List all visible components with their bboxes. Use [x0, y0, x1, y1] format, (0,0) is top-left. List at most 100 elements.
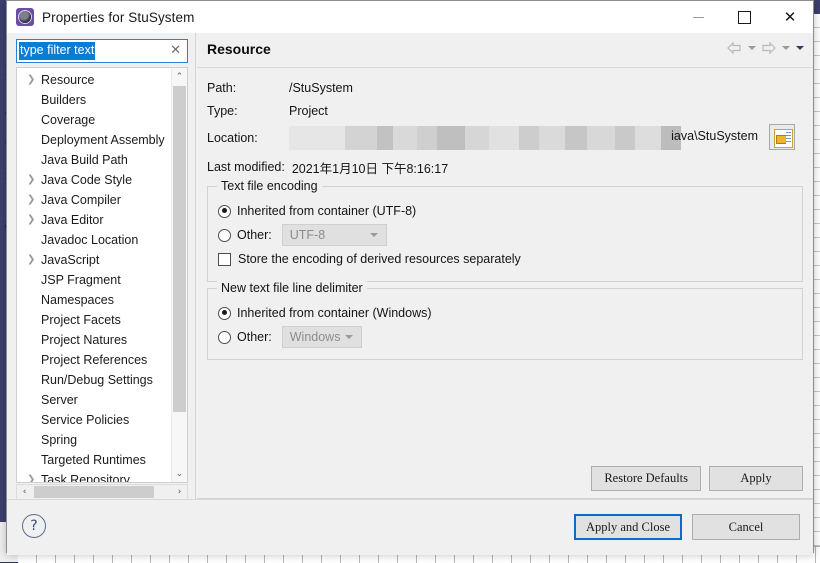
delimiter-inherited-option[interactable]: Inherited from container (Windows) — [218, 301, 792, 325]
tree-item-java-build-path[interactable]: Java Build Path — [17, 150, 173, 170]
apply-and-close-button[interactable]: Apply and Close — [573, 514, 682, 540]
chevron-right-icon[interactable]: ❯ — [27, 250, 37, 270]
chevron-down-icon — [344, 335, 353, 339]
tree-item-label: Targeted Runtimes — [41, 453, 146, 467]
forward-arrow-icon[interactable] — [760, 40, 777, 56]
chevron-right-icon[interactable]: ❯ — [27, 170, 37, 190]
back-arrow-icon[interactable] — [726, 40, 743, 56]
tree-item-resource[interactable]: ❯ Resource — [17, 70, 173, 90]
tree-scroll-left-icon[interactable]: ‹ — [17, 485, 32, 499]
store-derived-option[interactable]: Store the encoding of derived resources … — [218, 247, 792, 271]
encoding-inherited-option[interactable]: Inherited from container (UTF-8) — [218, 199, 792, 223]
delimiter-other-label: Other: — [237, 330, 272, 344]
tree-item-coverage[interactable]: Coverage — [17, 110, 173, 130]
delimiter-other-combo[interactable]: Windows — [281, 326, 362, 348]
chevron-right-icon[interactable]: ❯ — [27, 210, 37, 230]
back-history-dropdown[interactable] — [746, 40, 757, 56]
tree-item-service-policies[interactable]: Service Policies — [17, 410, 173, 430]
apply-button[interactable]: Apply — [709, 466, 803, 491]
dialog-titlebar[interactable]: Properties for StuSystem ✕ — [7, 1, 813, 33]
chevron-right-icon[interactable]: ❯ — [27, 190, 37, 210]
tree-item-label: JavaScript — [41, 253, 100, 267]
minimize-button[interactable] — [675, 1, 721, 33]
tree-item-label: Task Repository — [41, 473, 130, 483]
tree-item-label: Server — [41, 393, 78, 407]
open-location-icon — [774, 129, 793, 148]
tree-item-project-natures[interactable]: Project Natures — [17, 330, 173, 350]
line-delimiter-group: New text file line delimiter Inherited f… — [207, 281, 803, 360]
path-label: Path: — [207, 80, 237, 95]
tree-item-project-references[interactable]: Project References — [17, 350, 173, 370]
tree-item-label: Project Facets — [41, 313, 121, 327]
tree-item-project-facets[interactable]: Project Facets — [17, 310, 173, 330]
filter-input[interactable]: type filter text ✕ — [16, 39, 188, 63]
tree-item-run-debug-settings[interactable]: Run/Debug Settings — [17, 370, 173, 390]
tree-vertical-scrollbar[interactable]: ⌃ ⌄ — [171, 68, 187, 482]
tree-scroll-up-icon[interactable]: ⌃ — [172, 68, 187, 85]
settings-tree[interactable]: ❯ Resource Builders Coverage Deployment Asse… — [16, 67, 188, 483]
location-value-tail: iava\StuSystem — [671, 129, 758, 143]
cancel-button[interactable]: Cancel — [692, 514, 800, 540]
delimiter-other-radio[interactable] — [218, 330, 231, 344]
chevron-down-icon — [781, 46, 790, 50]
tree-item-server[interactable]: Server — [17, 390, 173, 410]
tree-scroll-right-icon[interactable]: › — [172, 485, 187, 499]
tree-item-deployment-assembly[interactable]: Deployment Assembly — [17, 130, 173, 150]
tree-vertical-scroll-thumb[interactable] — [173, 86, 186, 412]
last-modified-value: 2021年1月10日 下午8:16:17 — [291, 161, 449, 176]
chevron-right-icon[interactable]: ❯ — [27, 70, 37, 90]
field-location: Location: iava\StuSystem — [207, 122, 813, 154]
chevron-down-icon — [369, 233, 378, 237]
clear-filter-icon[interactable]: ✕ — [170, 44, 181, 58]
encoding-inherited-radio[interactable] — [218, 204, 231, 218]
encoding-other-combo-value: UTF-8 — [289, 228, 326, 242]
text-file-encoding-title: Text file encoding — [217, 179, 322, 193]
tree-item-spring[interactable]: Spring — [17, 430, 173, 450]
tree-item-label: Deployment Assembly — [41, 133, 165, 147]
tree-item-builders[interactable]: Builders — [17, 90, 173, 110]
tree-horizontal-scroll-thumb[interactable] — [34, 486, 154, 498]
page-nav-controls — [726, 40, 805, 56]
restore-defaults-button[interactable]: Restore Defaults — [591, 466, 701, 491]
tree-item-targeted-runtimes[interactable]: Targeted Runtimes — [17, 450, 173, 470]
dialog-body: type filter text ✕ ❯ Resource Builders Cove… — [7, 33, 813, 500]
chevron-right-icon[interactable]: ❯ — [27, 470, 37, 482]
window-controls: ✕ — [675, 1, 813, 33]
open-location-button[interactable] — [769, 124, 795, 150]
page-header: Resource — [197, 33, 813, 68]
tree-item-java-code-style[interactable]: ❯ Java Code Style — [17, 170, 173, 190]
delimiter-other-option[interactable]: Other: Windows — [218, 325, 792, 349]
page-menu-dropdown[interactable] — [794, 40, 805, 56]
maximize-button[interactable] — [721, 1, 767, 33]
tree-scroll-down-icon[interactable]: ⌄ — [172, 465, 187, 482]
tree-item-task-repository[interactable]: ❯ Task Repository — [17, 470, 173, 483]
encoding-other-option[interactable]: Other: UTF-8 — [218, 223, 792, 247]
help-icon[interactable]: ? — [22, 514, 46, 538]
close-icon: ✕ — [783, 7, 797, 26]
tree-item-namespaces[interactable]: Namespaces — [17, 290, 173, 310]
chevron-down-icon — [747, 46, 756, 50]
properties-dialog: Properties for StuSystem ✕ type filter t… — [6, 0, 814, 555]
close-button[interactable]: ✕ — [767, 1, 813, 33]
path-value: /StuSystem — [289, 80, 353, 95]
page-title: Resource — [207, 41, 271, 57]
dialog-footer: ? Apply and Close Cancel — [7, 499, 813, 555]
tree-item-java-compiler[interactable]: ❯ Java Compiler — [17, 190, 173, 210]
delimiter-inherited-radio[interactable] — [218, 306, 231, 320]
tree-horizontal-scrollbar[interactable]: ‹ › — [16, 484, 188, 500]
store-derived-checkbox[interactable] — [218, 252, 231, 266]
tree-item-label: Javadoc Location — [41, 233, 139, 247]
encoding-other-radio[interactable] — [218, 228, 231, 242]
delimiter-inherited-label: Inherited from container (Windows) — [237, 306, 432, 320]
encoding-other-combo[interactable]: UTF-8 — [281, 224, 387, 246]
tree-item-javadoc-location[interactable]: Javadoc Location — [17, 230, 173, 250]
forward-history-dropdown[interactable] — [780, 40, 791, 56]
tree-item-javascript[interactable]: ❯ JavaScript — [17, 250, 173, 270]
tree-item-label: Project Natures — [41, 333, 128, 347]
location-label: Location: — [207, 131, 258, 145]
last-modified-label: Last modified: — [207, 160, 285, 174]
tree-item-java-editor[interactable]: ❯ Java Editor — [17, 210, 173, 230]
tree-item-label: Resource — [41, 73, 95, 87]
tree-item-jsp-fragment[interactable]: JSP Fragment — [17, 270, 173, 290]
tree-item-label: Builders — [41, 93, 87, 107]
